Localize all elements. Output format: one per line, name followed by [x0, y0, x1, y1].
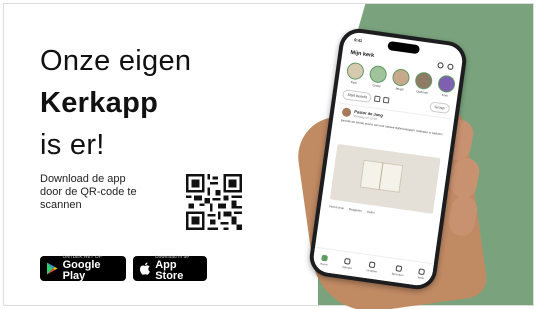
image-icon[interactable] — [374, 95, 382, 103]
google-play-icon — [46, 262, 59, 276]
tab-home[interactable]: Home — [319, 254, 329, 267]
tab-agenda[interactable]: Agenda — [342, 258, 353, 270]
group-filter-button[interactable]: Groep — [429, 101, 451, 115]
story-item[interactable]: Groep — [367, 64, 389, 89]
calendar-icon[interactable] — [383, 96, 390, 104]
home-icon — [321, 254, 329, 262]
message-icon — [395, 265, 402, 272]
status-time: 9:41 — [353, 37, 363, 44]
bell-icon[interactable] — [447, 63, 454, 71]
tab-label: Meer — [417, 275, 425, 281]
story-item[interactable]: Koor — [435, 74, 457, 98]
story-item[interactable]: Diaconie — [412, 71, 434, 95]
calendar-icon — [344, 258, 352, 265]
download-instructions: Download de app door de QR-code te scann… — [40, 173, 137, 211]
google-play-badge[interactable]: ONTDEK HET OP Google Play — [40, 254, 126, 283]
headline: Onze eigen Kerkapp is er! — [40, 40, 191, 166]
qr-code[interactable] — [186, 174, 242, 230]
apple-icon — [139, 262, 151, 276]
headline-line-1: Onze eigen — [40, 45, 192, 77]
story-avatar — [414, 71, 434, 91]
comment-button[interactable]: Reageren — [349, 207, 363, 213]
tab-label: Home — [319, 261, 328, 267]
menu-icon — [418, 268, 426, 276]
story-label: Koor — [441, 92, 449, 98]
story-label: Jeugd — [395, 86, 404, 92]
story-avatar — [436, 74, 457, 94]
headline-line-3: is er! — [40, 129, 105, 161]
story-label: Diaconie — [416, 89, 429, 95]
share-button[interactable]: Delen — [367, 210, 375, 215]
story-avatar — [368, 64, 388, 84]
tab-label: Agenda — [341, 264, 353, 270]
dynamic-island — [387, 40, 421, 55]
tab-label: Groepen — [366, 268, 378, 274]
story-avatar — [391, 67, 411, 88]
story-label: Kerk — [350, 80, 358, 85]
groups-icon — [369, 261, 376, 269]
tab-messages[interactable]: Berichten — [391, 265, 404, 278]
tab-more[interactable]: Meer — [418, 268, 426, 280]
avatar[interactable] — [341, 107, 352, 118]
google-play-label: Google Play — [62, 259, 101, 283]
app-store-label: App Store — [155, 259, 184, 283]
headline-app-name: Kerkapp — [40, 87, 159, 119]
story-item[interactable]: Jeugd — [390, 67, 412, 92]
app-title: Mijn kerk — [350, 49, 375, 60]
story-item[interactable]: Kerk — [344, 61, 366, 85]
feed-post: Pastor de Jong Vandaag om 10:00 Bezoek d… — [320, 102, 451, 249]
story-label: Groep — [372, 83, 382, 89]
like-button[interactable]: Vind ik leuk — [329, 204, 345, 210]
start-post-button[interactable]: Start bericht — [341, 89, 373, 104]
app-store-badge[interactable]: Download in de App Store — [133, 254, 207, 283]
post-image[interactable] — [329, 143, 441, 214]
story-avatar — [345, 61, 366, 81]
banner: Onze eigen Kerkapp is er! Download de ap… — [0, 0, 537, 309]
tab-label: Berichten — [391, 271, 404, 278]
search-icon[interactable] — [437, 62, 444, 69]
tab-groups[interactable]: Groepen — [366, 261, 378, 274]
